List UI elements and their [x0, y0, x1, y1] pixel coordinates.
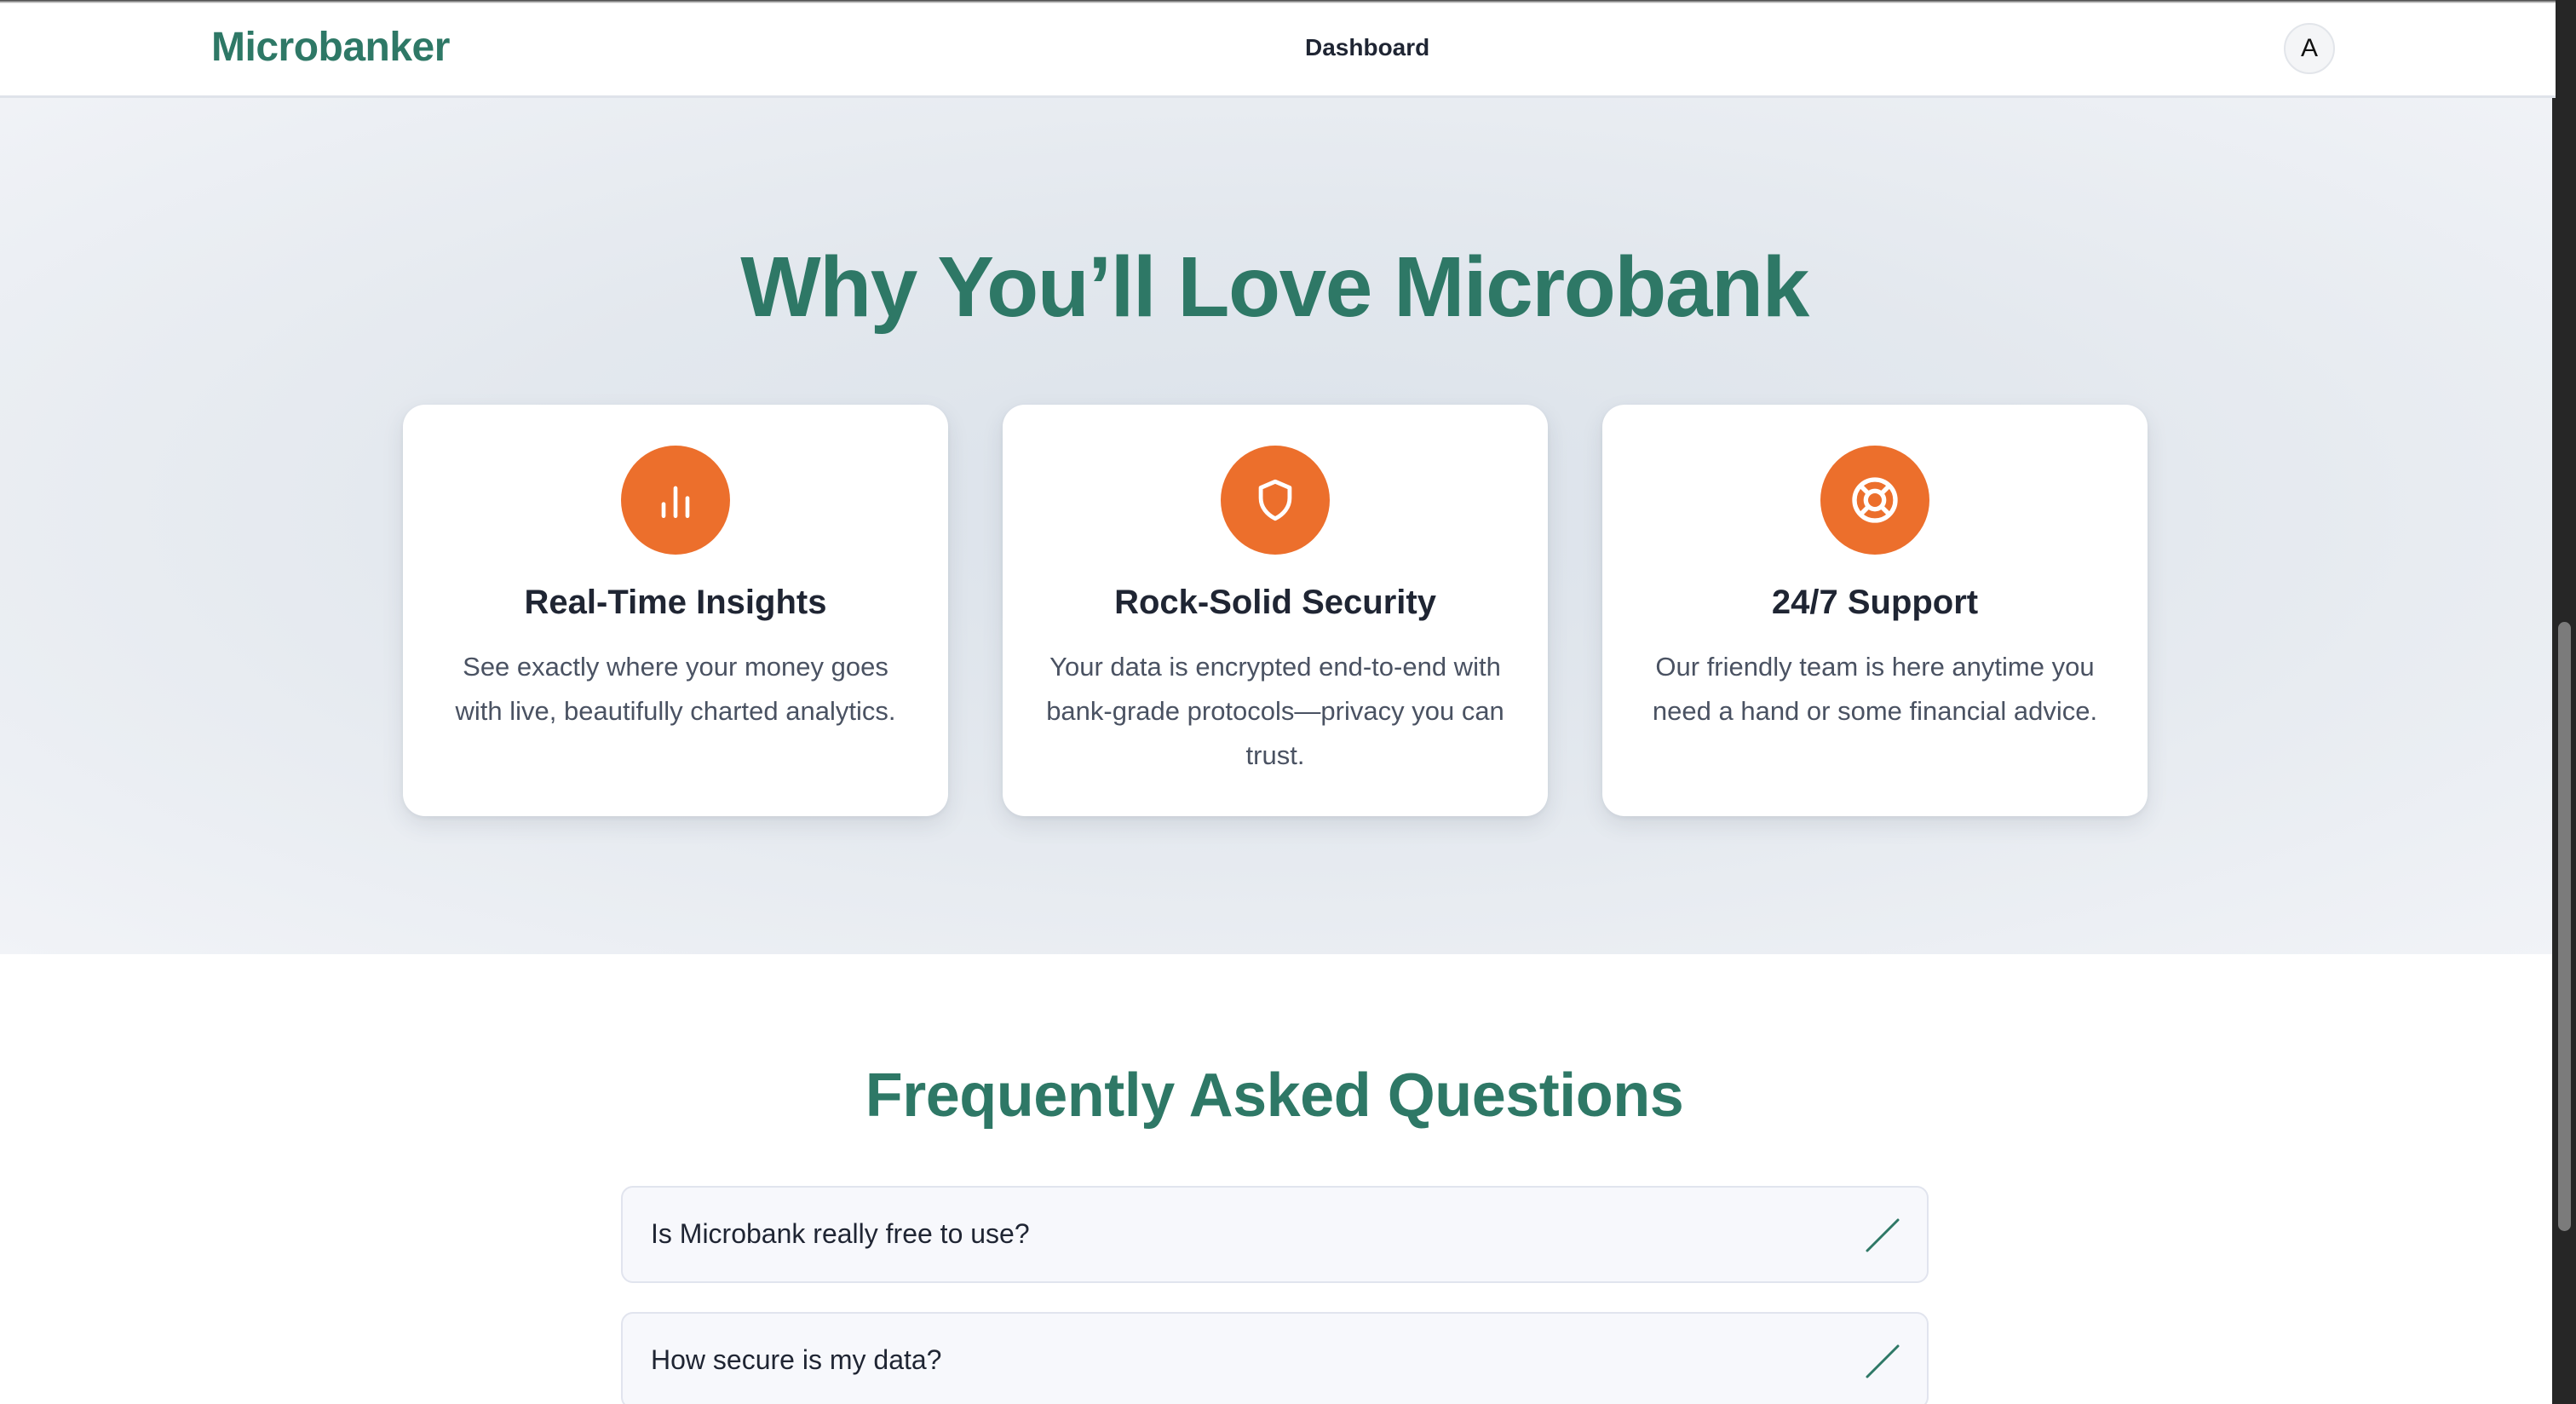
features-title: Why You’ll Love Microbank [740, 239, 1809, 335]
shield-icon [1221, 446, 1330, 555]
faq-question: Is Microbank really free to use? [651, 1218, 1030, 1249]
expand-toggle-icon[interactable] [1864, 1343, 1901, 1380]
features-section: Why You’ll Love Microbank Real-Time Insi… [0, 98, 2556, 954]
bar-chart-icon [621, 446, 730, 555]
feature-card-security: Rock-Solid Security Your data is encrypt… [1003, 405, 1548, 816]
feature-card-text: See exactly where your money goes with l… [455, 652, 896, 726]
lifebuoy-icon [1820, 446, 1929, 555]
feature-card-title: Rock-Solid Security [1114, 584, 1436, 621]
page: Microbanker Dashboard A Why You’ll Love … [0, 0, 2576, 1404]
feature-card-support: 24/7 Support Our friendly team is here a… [1602, 405, 2148, 816]
scrollbar-thumb[interactable] [2558, 622, 2571, 1231]
faq-item[interactable]: How secure is my data? [621, 1312, 1929, 1404]
user-avatar[interactable]: A [2284, 23, 2335, 74]
faq-item[interactable]: Is Microbank really free to use? [621, 1186, 1929, 1283]
feature-card-title: 24/7 Support [1771, 584, 1979, 621]
brand-logo[interactable]: Microbanker [211, 24, 450, 71]
feature-card-text: Our friendly team is here anytime you ne… [1652, 652, 2098, 726]
top-nav-bar: Microbanker Dashboard A [0, 0, 2556, 98]
window-top-edge [0, 0, 2556, 3]
feature-card-insights: Real-Time Insights See exactly where you… [403, 405, 948, 816]
faq-title: Frequently Asked Questions [865, 1062, 1684, 1130]
expand-toggle-icon[interactable] [1864, 1217, 1901, 1254]
nav-link-dashboard[interactable]: Dashboard [1305, 34, 1429, 61]
feature-card-title: Real-Time Insights [524, 584, 827, 621]
faq-question: How secure is my data? [651, 1344, 942, 1375]
feature-card-text: Your data is encrypted end-to-end with b… [1046, 652, 1504, 770]
